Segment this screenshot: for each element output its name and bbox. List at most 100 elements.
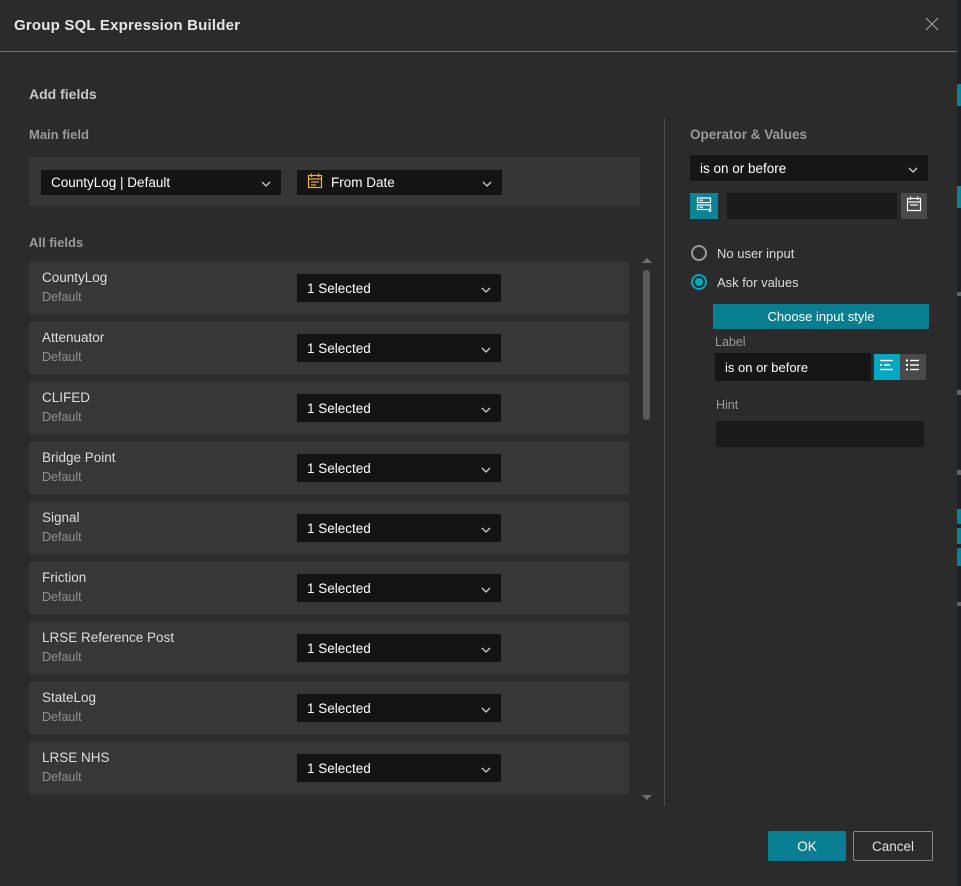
layer-select-value: CountyLog | Default	[51, 175, 253, 190]
close-icon	[923, 15, 941, 38]
value-input-type-button[interactable]	[690, 193, 718, 219]
field-name: LRSE NHS	[42, 750, 110, 765]
edge-accent-mark	[957, 509, 961, 524]
field-name: Bridge Point	[42, 450, 116, 465]
single-line-style-button[interactable]	[874, 354, 900, 380]
field-selection-dropdown[interactable]: 1 Selected	[297, 694, 501, 722]
chevron-down-icon	[481, 641, 491, 656]
calendar-icon	[906, 196, 922, 217]
field-selection-value: 1 Selected	[307, 521, 473, 536]
operator-select[interactable]: is on or before	[690, 155, 928, 181]
all-fields-heading: All fields	[29, 235, 83, 250]
edge-accent-mark	[957, 186, 961, 208]
chevron-down-icon	[482, 175, 492, 190]
edge-mark	[957, 390, 961, 395]
field-name: LRSE Reference Post	[42, 630, 174, 645]
field-selection-dropdown[interactable]: 1 Selected	[297, 334, 501, 362]
field-selection-dropdown[interactable]: 1 Selected	[297, 454, 501, 482]
field-row: StateLog Default 1 Selected	[29, 682, 629, 734]
field-row: LRSE NHS Default 1 Selected	[29, 742, 629, 794]
field-selection-dropdown[interactable]: 1 Selected	[297, 634, 501, 662]
panel-divider	[664, 118, 665, 806]
field-row: Friction Default 1 Selected	[29, 562, 629, 614]
field-selection-dropdown[interactable]: 1 Selected	[297, 274, 501, 302]
field-name: StateLog	[42, 690, 96, 705]
field-selection-value: 1 Selected	[307, 701, 473, 716]
field-selection-value: 1 Selected	[307, 581, 473, 596]
chevron-down-icon	[481, 521, 491, 536]
field-row: Bridge Point Default 1 Selected	[29, 442, 629, 494]
field-selection-value: 1 Selected	[307, 281, 473, 296]
scrollbar-thumb[interactable]	[643, 270, 650, 420]
scroll-down-arrow-icon[interactable]	[642, 795, 652, 800]
field-name: Attenuator	[42, 330, 104, 345]
cancel-button[interactable]: Cancel	[853, 831, 933, 861]
field-selection-value: 1 Selected	[307, 401, 473, 416]
date-picker-button[interactable]	[901, 193, 927, 219]
calendar-icon	[307, 173, 323, 192]
single-line-style-icon	[879, 358, 895, 377]
dialog-titlebar: Group SQL Expression Builder	[0, 0, 958, 52]
radio-no-user-input[interactable]: No user input	[691, 245, 794, 261]
scroll-up-arrow-icon[interactable]	[642, 258, 652, 263]
add-fields-heading: Add fields	[29, 86, 97, 102]
field-name: Friction	[42, 570, 86, 585]
edge-accent-mark	[957, 548, 961, 566]
field-name: CLIFED	[42, 390, 90, 405]
group-sql-expression-builder-dialog: Group SQL Expression Builder Add fields …	[0, 0, 961, 886]
chevron-down-icon	[481, 341, 491, 356]
list-scrollbar[interactable]	[643, 256, 650, 802]
field-name: CountyLog	[42, 270, 107, 285]
field-selection-dropdown[interactable]: 1 Selected	[297, 754, 501, 782]
field-selection-value: 1 Selected	[307, 461, 473, 476]
main-field-select-value: From Date	[331, 175, 466, 190]
field-subtitle: Default	[42, 650, 82, 664]
radio-ask-for-values[interactable]: Ask for values	[691, 274, 799, 290]
main-field-select[interactable]: From Date	[297, 170, 502, 195]
radio-checked-icon	[691, 274, 707, 290]
field-row: Attenuator Default 1 Selected	[29, 322, 629, 374]
choose-input-style-button[interactable]: Choose input style	[713, 304, 929, 329]
field-subtitle: Default	[42, 710, 82, 724]
list-style-button[interactable]	[900, 354, 926, 380]
edge-mark	[957, 602, 961, 606]
edge-mark	[957, 292, 961, 296]
background-app-edge	[957, 0, 961, 886]
edge-accent-mark	[957, 528, 961, 544]
edge-accent-mark	[957, 84, 961, 106]
field-subtitle: Default	[42, 290, 82, 304]
field-subtitle: Default	[42, 770, 82, 784]
operator-values-heading: Operator & Values	[690, 127, 807, 142]
stacked-input-icon	[696, 196, 713, 217]
field-row: CountyLog Default 1 Selected	[29, 262, 629, 314]
layer-select[interactable]: CountyLog | Default	[41, 170, 281, 195]
operator-select-value: is on or before	[700, 161, 900, 176]
radio-no-user-input-label: No user input	[717, 246, 794, 261]
field-selection-dropdown[interactable]: 1 Selected	[297, 394, 501, 422]
field-row: Signal Default 1 Selected	[29, 502, 629, 554]
field-selection-dropdown[interactable]: 1 Selected	[297, 514, 501, 542]
field-subtitle: Default	[42, 590, 82, 604]
hint-caption: Hint	[716, 398, 738, 412]
hint-input[interactable]	[716, 421, 924, 447]
edge-mark	[957, 470, 961, 475]
field-selection-value: 1 Selected	[307, 761, 473, 776]
chevron-down-icon	[481, 281, 491, 296]
field-selection-dropdown[interactable]: 1 Selected	[297, 574, 501, 602]
label-input[interactable]	[715, 353, 871, 381]
field-subtitle: Default	[42, 530, 82, 544]
chevron-down-icon	[481, 581, 491, 596]
ok-button[interactable]: OK	[768, 831, 846, 861]
close-button[interactable]	[921, 15, 943, 37]
date-value-input[interactable]	[727, 193, 897, 219]
radio-icon	[691, 245, 707, 261]
field-row: CLIFED Default 1 Selected	[29, 382, 629, 434]
field-subtitle: Default	[42, 410, 82, 424]
dialog-title: Group SQL Expression Builder	[14, 0, 240, 52]
radio-ask-for-values-label: Ask for values	[717, 275, 799, 290]
chevron-down-icon	[261, 175, 271, 190]
field-name: Signal	[42, 510, 80, 525]
field-selection-value: 1 Selected	[307, 641, 473, 656]
chevron-down-icon	[481, 461, 491, 476]
chevron-down-icon	[908, 161, 918, 176]
